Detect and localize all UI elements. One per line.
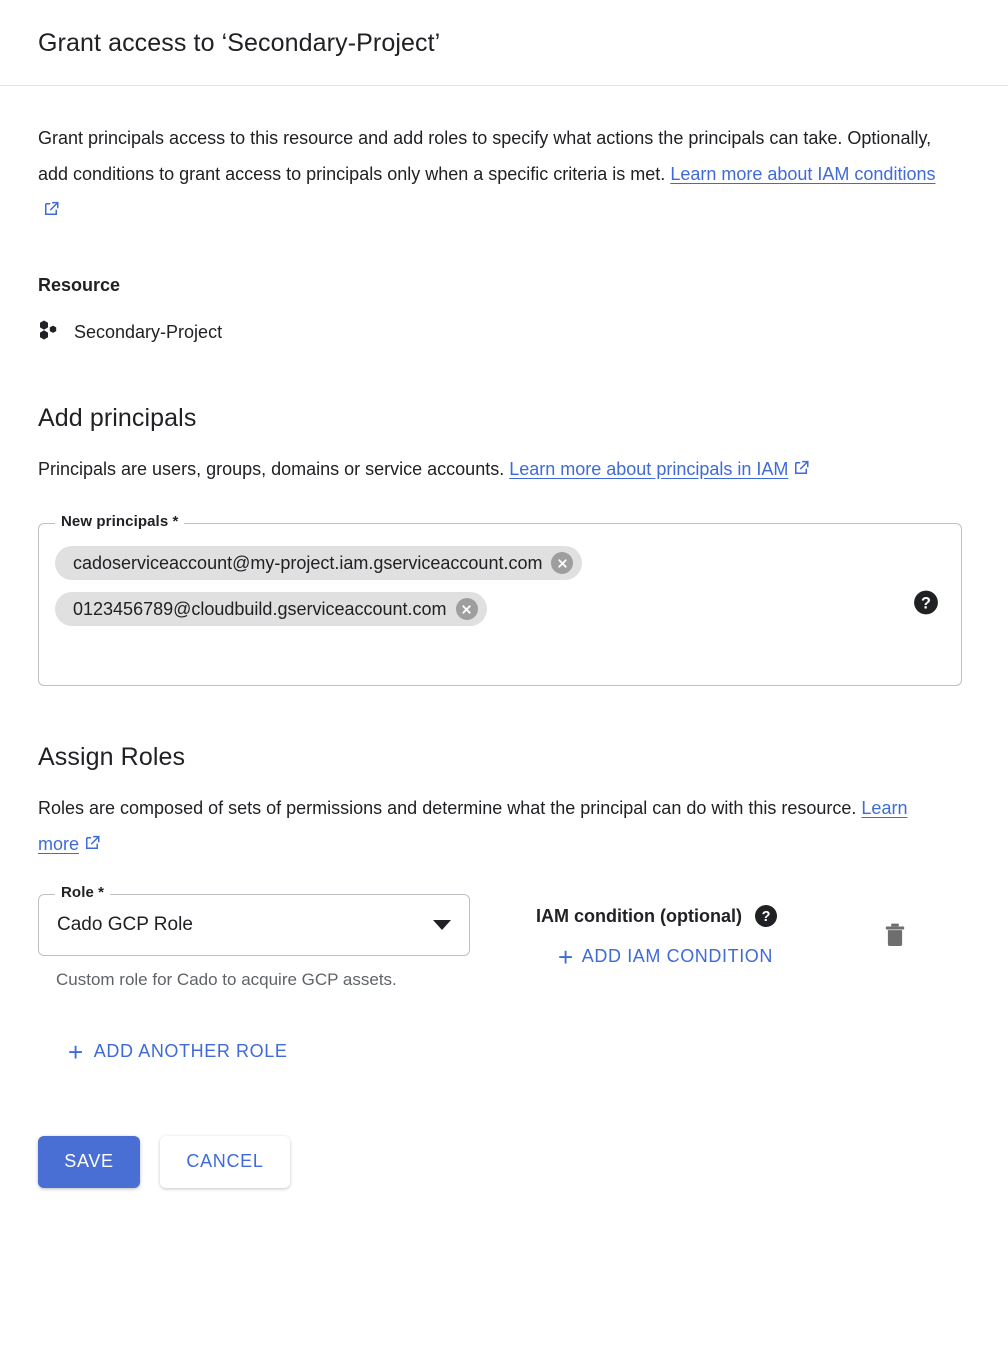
- learn-more-iam-conditions-link[interactable]: Learn more about IAM conditions: [670, 164, 935, 184]
- svg-text:?: ?: [921, 594, 931, 612]
- learn-more-principals-link[interactable]: Learn more about principals in IAM: [509, 459, 788, 479]
- add-iam-condition-button[interactable]: + ADD IAM CONDITION: [558, 941, 773, 972]
- new-principals-label: New principals *: [55, 513, 185, 530]
- add-principals-heading: Add principals: [38, 404, 197, 432]
- dialog-header: Grant access to ‘Secondary-Project’: [0, 0, 1008, 86]
- dialog-footer: SAVE CANCEL: [38, 1135, 970, 1188]
- plus-icon: +: [68, 1036, 84, 1067]
- role-select-value: Cado GCP Role: [57, 914, 193, 935]
- role-select[interactable]: Role * Cado GCP Role: [38, 884, 470, 956]
- resource-heading: Resource: [38, 275, 121, 295]
- cancel-button[interactable]: CANCEL: [160, 1135, 290, 1188]
- help-icon[interactable]: ?: [913, 589, 939, 620]
- remove-circle-icon[interactable]: [551, 552, 574, 574]
- iam-condition-column: IAM condition (optional) ? + ADD IAM CON…: [536, 894, 778, 971]
- intro-description: Grant principals access to this resource…: [38, 120, 950, 230]
- add-principals-description: Principals are users, groups, domains or…: [38, 451, 950, 489]
- svg-text:?: ?: [762, 909, 771, 925]
- open-in-new-icon: [42, 194, 60, 230]
- project-icon: [38, 318, 62, 347]
- plus-icon: +: [558, 941, 574, 972]
- assign-roles-heading: Assign Roles: [38, 743, 186, 771]
- principal-chip[interactable]: 0123456789@cloudbuild.gserviceaccount.co…: [55, 592, 487, 626]
- remove-circle-icon[interactable]: [455, 598, 478, 620]
- add-iam-condition-label: ADD IAM CONDITION: [581, 946, 773, 966]
- add-another-role-label: ADD ANOTHER ROLE: [93, 1041, 288, 1061]
- add-principals-text: Principals are users, groups, domains or…: [38, 459, 510, 479]
- role-column: Role * Cado GCP Role Custom role for Cad…: [38, 884, 470, 995]
- principal-chip-list: cadoserviceaccount@my-project.iam.gservi…: [55, 546, 945, 626]
- role-row: Role * Cado GCP Role Custom role for Cad…: [38, 884, 970, 995]
- resource-row: Secondary-Project: [38, 318, 970, 347]
- principal-chip-label: 0123456789@cloudbuild.gserviceaccount.co…: [73, 598, 447, 619]
- principal-chip[interactable]: cadoserviceaccount@my-project.iam.gservi…: [55, 546, 583, 580]
- new-principals-field[interactable]: New principals * cadoserviceaccount@my-p…: [38, 513, 962, 686]
- add-another-role-button[interactable]: + ADD ANOTHER ROLE: [68, 1036, 288, 1067]
- page-title: Grant access to ‘Secondary-Project’: [38, 28, 441, 57]
- role-description: Custom role for Cado to acquire GCP asse…: [56, 970, 397, 989]
- save-button[interactable]: SAVE: [38, 1135, 140, 1188]
- open-in-new-icon: [83, 828, 101, 864]
- trash-icon[interactable]: [882, 922, 908, 955]
- assign-roles-description: Roles are composed of sets of permission…: [38, 790, 950, 864]
- resource-name: Secondary-Project: [74, 322, 223, 342]
- dialog-body: Grant principals access to this resource…: [0, 86, 1008, 1188]
- principal-chip-label: cadoserviceaccount@my-project.iam.gservi…: [73, 552, 543, 573]
- role-select-label: Role *: [55, 884, 111, 901]
- assign-roles-text: Roles are composed of sets of permission…: [38, 798, 862, 818]
- iam-condition-label: IAM condition (optional): [536, 905, 742, 926]
- help-icon[interactable]: ?: [754, 904, 778, 928]
- open-in-new-icon: [792, 453, 810, 489]
- iam-condition-label-row: IAM condition (optional) ?: [536, 904, 778, 928]
- chevron-down-icon: [433, 920, 451, 930]
